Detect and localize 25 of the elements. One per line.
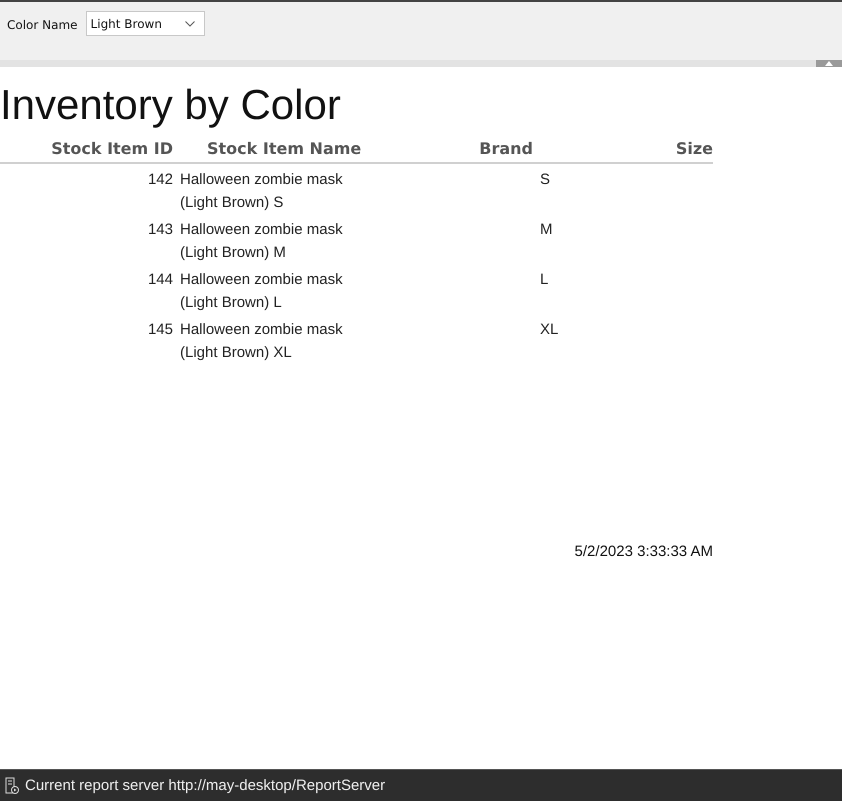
table-cell-text: Halloween zombie mask (Light Brown) S <box>179 170 344 213</box>
color-dropdown[interactable]: Light Brown <box>86 11 205 36</box>
table-cell-text: XL <box>539 320 560 340</box>
table-cell-text: M <box>539 220 554 240</box>
chevron-down-icon <box>184 20 195 26</box>
report-title: Inventory by Color <box>0 81 342 129</box>
status-text: Current report server http://may-desktop/ReportServer <box>25 777 386 794</box>
collapse-button[interactable] <box>816 60 842 67</box>
table-cell-text: 143 <box>146 220 173 240</box>
column-header: Stock Item ID <box>50 138 173 160</box>
table-cell-text: Halloween zombie mask (Light Brown) L <box>179 270 344 313</box>
parameter-label: Color Name <box>7 18 78 32</box>
up-arrow-icon <box>825 61 833 66</box>
table-cell-text: 142 <box>146 170 173 190</box>
table-cell-text: Halloween zombie mask (Light Brown) M <box>179 220 344 263</box>
column-header: Size <box>674 138 713 160</box>
table-cell-text: 144 <box>146 270 173 290</box>
table-cell-text: 145 <box>146 320 173 340</box>
table-cell-text: L <box>539 270 550 290</box>
table-cell-text: Halloween zombie mask (Light Brown) XL <box>179 320 344 363</box>
column-header: Brand <box>478 138 533 160</box>
timestamp: 5/2/2023 3:33:33 AM <box>574 543 713 560</box>
server-icon <box>5 776 19 794</box>
table-cell-text: S <box>539 170 552 190</box>
column-header: Stock Item Name <box>206 138 362 160</box>
